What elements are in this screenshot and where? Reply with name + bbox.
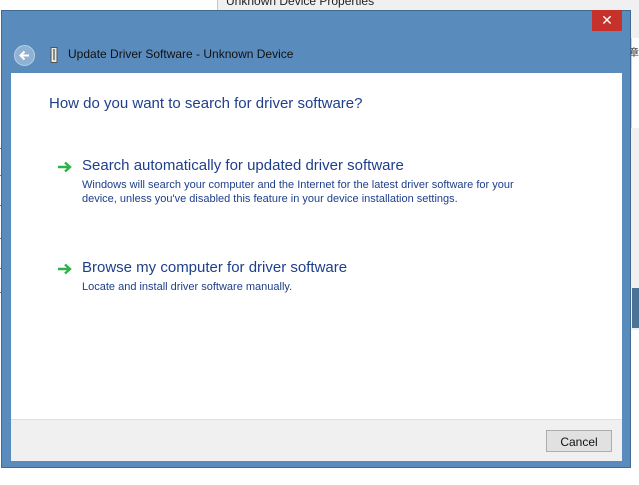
update-driver-dialog: Update Driver Software - Unknown Device … xyxy=(1,10,631,468)
device-icon xyxy=(50,47,58,63)
dialog-footer: Cancel xyxy=(11,419,622,461)
browse-computer-option[interactable]: Browse my computer for driver software L… xyxy=(57,259,577,299)
title-bar[interactable]: Update Driver Software - Unknown Device … xyxy=(2,10,630,73)
browse-computer-description: Locate and install driver software manua… xyxy=(82,281,293,293)
back-arrow-icon xyxy=(19,50,29,61)
close-button[interactable]: ✕ xyxy=(592,10,622,31)
green-arrow-icon xyxy=(58,263,72,275)
back-button[interactable] xyxy=(14,45,35,66)
background-window-title: Unknown Device Properties xyxy=(226,0,375,8)
search-automatically-title[interactable]: Search automatically for updated driver … xyxy=(82,157,404,174)
background-strip xyxy=(632,288,639,328)
green-arrow-icon xyxy=(58,161,72,173)
cancel-button[interactable]: Cancel xyxy=(546,430,612,452)
content-area: How do you want to search for driver sof… xyxy=(11,73,622,419)
search-automatically-option[interactable]: Search automatically for updated driver … xyxy=(57,157,577,227)
search-automatically-description: Windows will search your computer and th… xyxy=(82,179,514,205)
browse-computer-title[interactable]: Browse my computer for driver software xyxy=(82,259,347,276)
page-heading: How do you want to search for driver sof… xyxy=(49,95,363,112)
dialog-title: Update Driver Software - Unknown Device xyxy=(68,47,294,61)
